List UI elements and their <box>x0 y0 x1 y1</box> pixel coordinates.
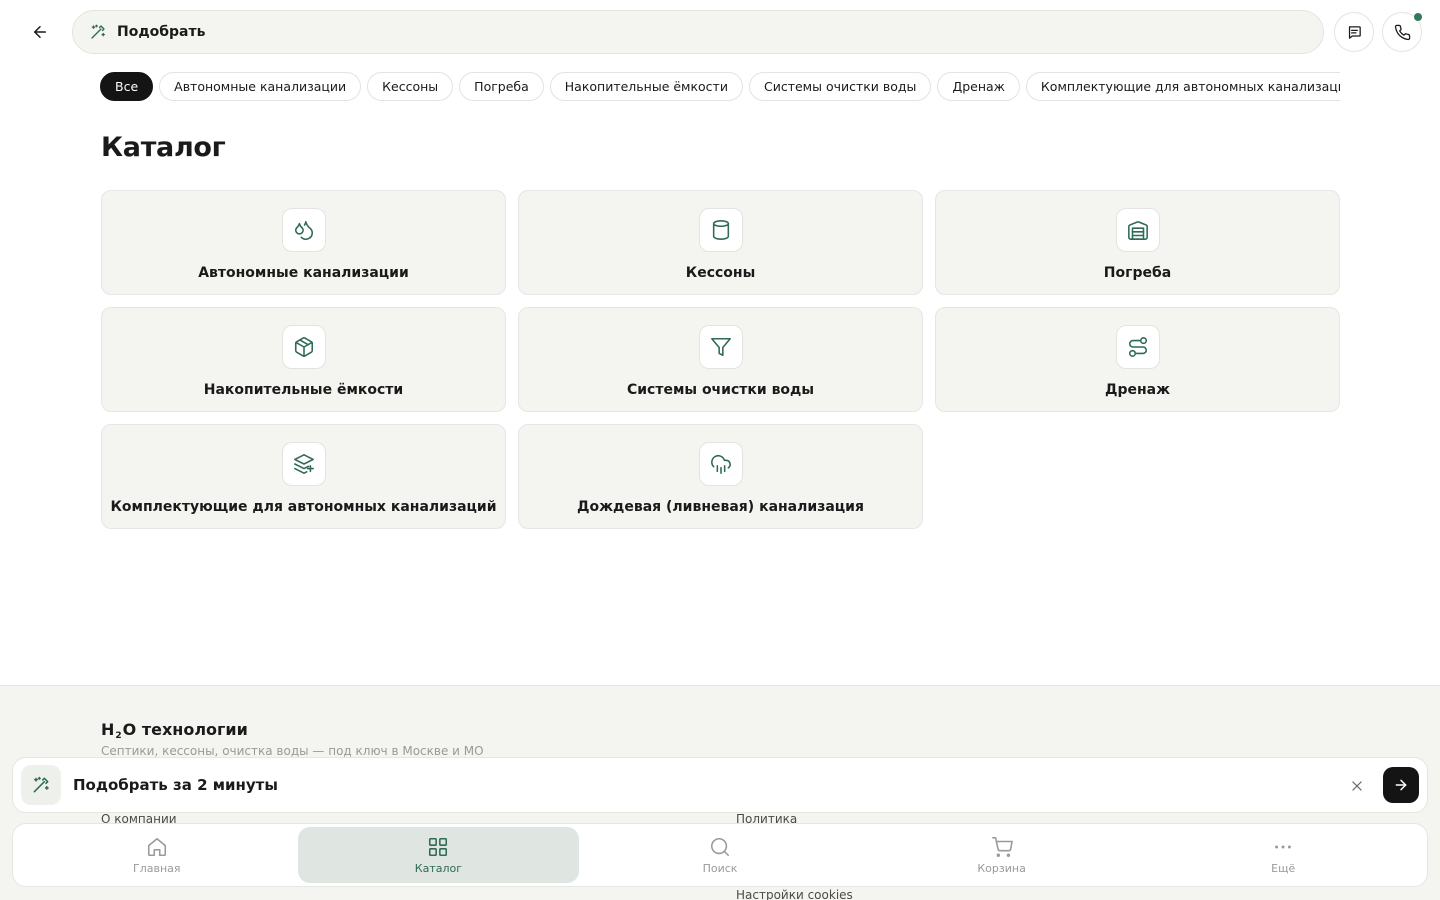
nav-catalog[interactable]: Каталог <box>297 827 580 883</box>
filter-icon <box>710 337 731 357</box>
call-button[interactable] <box>1382 12 1423 52</box>
card-icon-box <box>281 442 326 486</box>
card-icon-box <box>281 325 326 369</box>
category-label: Комплектующие для автономных канализаций <box>110 499 497 515</box>
home-icon <box>147 837 166 856</box>
cylinder-icon <box>712 220 729 240</box>
category-card-water-treatment[interactable]: Системы очистки воды <box>518 307 923 412</box>
category-chips: Все Автономные канализации Кессоны Погре… <box>100 72 1340 102</box>
nav-label: Каталог <box>414 861 463 875</box>
nav-label: Ещё <box>1271 861 1296 875</box>
back-button[interactable] <box>22 14 58 50</box>
box-icon <box>294 337 313 357</box>
quiz-text: Подобрать за 2 минуты <box>73 776 278 794</box>
nav-more[interactable]: Ещё <box>1142 827 1424 883</box>
magic-wand-icon <box>91 24 106 39</box>
category-card-autonomous-sewage[interactable]: Автономные канализации <box>101 190 506 295</box>
nav-home[interactable]: Главная <box>16 827 298 883</box>
cart-icon <box>991 836 1013 857</box>
category-label: Дренаж <box>1104 382 1171 398</box>
footer-link-cookies[interactable]: Настройки cookies <box>736 888 853 900</box>
category-label: Погреба <box>1103 265 1172 281</box>
warehouse-icon <box>1127 221 1148 240</box>
pick-search-label: Подобрать <box>117 24 206 40</box>
card-icon-box <box>698 325 743 369</box>
chip-caissons[interactable]: Кессоны <box>367 72 454 101</box>
pick-search-bar[interactable]: Подобрать <box>72 10 1324 54</box>
category-card-components[interactable]: Комплектующие для автономных канализаций <box>101 424 506 529</box>
page-title: Каталог <box>101 132 226 163</box>
chip-all[interactable]: Все <box>100 72 154 101</box>
nav-label: Корзина <box>977 861 1026 875</box>
card-icon-box <box>1115 325 1160 369</box>
chip-drainage[interactable]: Дренаж <box>937 72 1020 101</box>
magic-wand-icon <box>33 776 49 793</box>
quiz-start-button[interactable] <box>1383 767 1419 803</box>
phone-icon <box>1394 24 1410 40</box>
quiz-icon-box <box>21 765 61 805</box>
card-icon-box <box>698 208 743 252</box>
category-card-rain-sewage[interactable]: Дождевая (ливневая) канализация <box>518 424 923 529</box>
footer-tagline: Септики, кессоны, очистка воды — под клю… <box>101 744 484 758</box>
grid-icon <box>429 837 448 856</box>
message-icon <box>1348 25 1361 39</box>
quiz-close-button[interactable] <box>1345 774 1369 798</box>
close-icon <box>1352 781 1362 791</box>
brand-rest: O технологии <box>122 720 248 739</box>
chip-cellars[interactable]: Погреба <box>459 72 544 101</box>
chip-storage-tanks[interactable]: Накопительные ёмкости <box>549 72 743 101</box>
quiz-banner[interactable]: Подобрать за 2 минуты <box>12 757 1428 813</box>
online-status-dot <box>1413 12 1423 22</box>
card-icon-box <box>1115 208 1160 252</box>
more-icon <box>1275 845 1292 848</box>
nav-label: Главная <box>133 861 181 875</box>
droplets-icon <box>294 220 313 240</box>
card-icon-box <box>698 442 743 486</box>
category-card-cellars[interactable]: Погреба <box>935 190 1340 295</box>
category-card-drainage[interactable]: Дренаж <box>935 307 1340 412</box>
category-card-caissons[interactable]: Кессоны <box>518 190 923 295</box>
search-icon <box>710 837 730 856</box>
brand-subscript: 2 <box>115 731 122 741</box>
category-label: Системы очистки воды <box>626 382 815 398</box>
category-card-storage-tanks[interactable]: Накопительные ёмкости <box>101 307 506 412</box>
nav-cart[interactable]: Корзина <box>861 827 1143 883</box>
category-label: Автономные канализации <box>198 265 409 281</box>
cloud-rain-icon <box>710 454 731 474</box>
layers-plus-icon <box>293 454 314 474</box>
route-icon <box>1128 337 1147 357</box>
arrow-right-icon <box>1395 779 1407 791</box>
chip-components[interactable]: Комплектующие для автономных канализаций <box>1025 72 1340 101</box>
category-label: Накопительные ёмкости <box>203 382 404 398</box>
messages-button[interactable] <box>1334 12 1374 52</box>
footer-brand: H2O технологии <box>101 720 248 741</box>
chip-water-treatment[interactable]: Системы очистки воды <box>748 72 932 101</box>
catalog-grid: Автономные канализации Кессоны Погреба Н… <box>101 190 1340 529</box>
bottom-navigation: Главная Каталог Поиск Корзина Ещё <box>12 823 1428 887</box>
category-label: Кессоны <box>685 265 756 281</box>
chip-autonomous-sewage[interactable]: Автономные канализации <box>159 72 362 101</box>
arrow-left-icon <box>34 26 46 38</box>
card-icon-box <box>281 208 326 252</box>
brand-h: H <box>101 720 115 739</box>
nav-label: Поиск <box>702 861 738 875</box>
nav-search[interactable]: Поиск <box>579 827 861 883</box>
category-label: Дождевая (ливневая) канализация <box>577 499 864 515</box>
